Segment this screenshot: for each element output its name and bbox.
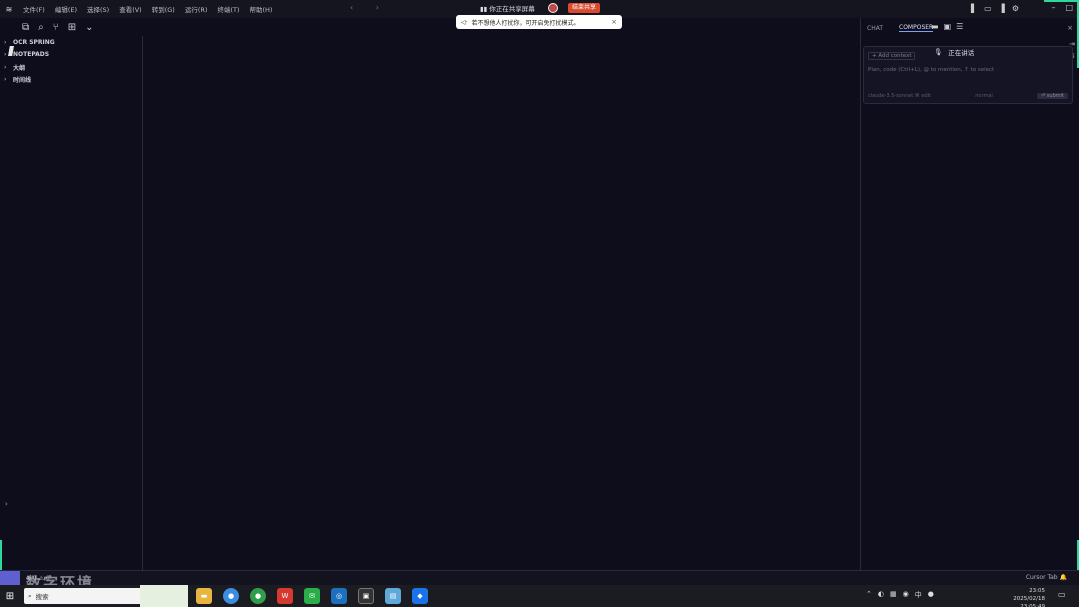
clock-time: 23:05 xyxy=(1029,588,1045,594)
menu-run[interactable]: 运行(R) xyxy=(180,4,213,14)
tree-item-notepads[interactable]: › NOTEPADS xyxy=(0,49,142,62)
meeting-app-icon[interactable]: ◆ xyxy=(412,588,428,604)
composer-box[interactable]: + Add context 🎙 正在讲话 Plan, code (Ctrl+L)… xyxy=(863,46,1073,104)
wechat-icon[interactable]: ✉ xyxy=(304,588,320,604)
minimize-icon[interactable]: – xyxy=(1051,3,1055,12)
clock-date: 2025/02/18 23:05:49 xyxy=(1013,596,1045,607)
status-bar: ⊗ 0 ⚠ 0 Cursor Tab 🔔 xyxy=(0,570,1079,586)
extensions-icon[interactable]: ⊞ xyxy=(68,22,76,33)
menu-help[interactable]: 帮助(H) xyxy=(244,4,277,14)
tree-item-project[interactable]: › OCR SPRING xyxy=(0,36,142,49)
chevron-right-icon: › xyxy=(4,38,7,46)
tree-item-outline[interactable]: › 大纲 xyxy=(0,61,142,74)
chevron-right-icon: › xyxy=(4,63,7,71)
microphone-icon: 🎙 xyxy=(934,48,943,56)
menu-selection[interactable]: 选择(S) xyxy=(82,4,114,14)
speaker-icon: ◁· xyxy=(461,18,468,26)
menu-file[interactable]: 文件(F) xyxy=(18,4,50,14)
toast-message: 若不想他人打扰你，可开启免打扰模式。 xyxy=(471,19,580,27)
activity-toolbar: ⧉ ⌕ ⑂ ⊞ ⌄ xyxy=(22,22,94,33)
browser-search-icon[interactable]: ◎ xyxy=(331,588,347,604)
chevron-up-icon[interactable]: ⌃ xyxy=(866,590,872,600)
toggle-sidebar-icon[interactable]: ▌ xyxy=(971,4,977,13)
language-icon[interactable]: 中 xyxy=(915,590,922,600)
menu-view[interactable]: 查看(V) xyxy=(114,4,147,14)
antivirus-icon[interactable]: ● xyxy=(928,590,934,600)
cursor-tab-status[interactable]: Cursor Tab 🔔 xyxy=(1026,574,1067,581)
chrome-icon[interactable]: ● xyxy=(223,588,239,604)
bamboo-image xyxy=(140,585,188,607)
source-control-icon[interactable]: ⑂ xyxy=(53,22,59,33)
model-selector[interactable]: claude-3.5-sonnet ⌘ edit xyxy=(868,93,931,99)
wps-icon[interactable]: W xyxy=(277,588,293,604)
tray-app-icon[interactable]: ◐ xyxy=(878,590,884,600)
tree-item-label: OCR SPRING xyxy=(13,38,55,46)
ai-chat-panel: CHAT COMPOSER ▬ ▣ ☰ × ⇥ ≣ + Add context … xyxy=(860,18,1079,570)
chrome-alt-icon[interactable]: ● xyxy=(250,588,266,604)
nav-arrows-icon[interactable]: ‹ › xyxy=(350,3,389,12)
taskbar-search[interactable]: ⌕ 搜索 xyxy=(24,588,144,604)
taskbar-apps: ▬ ● ● W ✉ ◎ ▣ ▤ ◆ xyxy=(196,588,428,604)
panel-tabs: CHAT COMPOSER xyxy=(861,18,1079,38)
tree-item-label: 大纲 xyxy=(13,64,26,72)
editor-area[interactable] xyxy=(144,36,859,570)
chevron-right-icon: › xyxy=(4,76,7,84)
menu-edit[interactable]: 编辑(E) xyxy=(50,4,82,14)
submit-button[interactable]: ⏎ submit xyxy=(1037,93,1068,99)
menu-icon[interactable]: ☰ xyxy=(956,22,963,31)
volume-icon[interactable]: ◉ xyxy=(903,590,909,600)
taskbar-clock[interactable]: 23:05 2025/02/18 23:05:49 xyxy=(1003,587,1045,607)
tab-composer[interactable]: COMPOSER xyxy=(899,24,934,32)
network-icon[interactable]: ▦ xyxy=(890,590,897,600)
mode-selector[interactable]: normal xyxy=(975,93,993,99)
cursor-app-icon[interactable]: ▣ xyxy=(358,588,374,604)
tab-chat[interactable]: CHAT xyxy=(867,25,883,32)
search-icon[interactable]: ⌕ xyxy=(38,22,44,33)
window-controls: – □ xyxy=(1051,3,1073,12)
explorer-sidebar: › OCR SPRING › NOTEPADS › 大纲 › 时间线 xyxy=(0,36,143,570)
notification-icon[interactable]: ▭ xyxy=(1058,590,1066,599)
share-border-top-right xyxy=(1044,0,1079,2)
add-context-button[interactable]: + Add context xyxy=(868,52,916,60)
new-chat-icon[interactable]: ▬ xyxy=(931,22,939,31)
tree-item-label: NOTEPADS xyxy=(13,51,50,59)
system-tray: ⌃ ◐ ▦ ◉ 中 ● xyxy=(866,590,934,600)
file-explorer-icon[interactable]: ▬ xyxy=(196,588,212,604)
speaking-label: 正在讲话 xyxy=(948,49,975,57)
toggle-secondary-icon[interactable]: ▐ xyxy=(999,4,1005,13)
app-logo-icon[interactable]: ≋ xyxy=(0,0,18,18)
screen-share-status: ▮▮ 你正在共享屏幕 xyxy=(480,5,535,13)
stop-share-button[interactable]: 结束共享 xyxy=(568,3,601,13)
search-icon: ⌕ xyxy=(28,591,32,600)
recording-icon xyxy=(548,3,558,13)
tree-item-label: 时间线 xyxy=(13,77,32,85)
menu-terminal[interactable]: 终端(T) xyxy=(212,4,244,14)
composer-footer: claude-3.5-sonnet ⌘ edit normal ⏎ submit xyxy=(868,93,1068,99)
speaking-indicator: 🎙 正在讲话 xyxy=(934,47,974,57)
close-icon[interactable]: × xyxy=(611,18,617,26)
chevron-down-icon[interactable]: ⌄ xyxy=(85,22,93,33)
chevron-right-icon[interactable]: › xyxy=(5,500,8,508)
windows-start-icon[interactable]: ⊞ xyxy=(0,585,20,607)
do-not-disturb-toast: ◁· 若不想他人打扰你，可开启免打扰模式。 × xyxy=(456,15,622,29)
tree-item-timeline[interactable]: › 时间线 xyxy=(0,74,142,87)
history-icon[interactable]: ▣ xyxy=(944,22,952,31)
maximize-icon[interactable]: □ xyxy=(1065,3,1073,12)
settings-gear-icon[interactable]: ⚙ xyxy=(1012,4,1019,13)
files-icon[interactable]: ⧉ xyxy=(22,22,29,33)
close-icon[interactable]: × xyxy=(1067,24,1073,32)
notepad-icon[interactable]: ▤ xyxy=(385,588,401,604)
toggle-panel-icon[interactable]: ▭ xyxy=(984,4,992,13)
menu-go[interactable]: 转到(G) xyxy=(147,4,180,14)
panel-actions: ▬ ▣ ☰ xyxy=(931,22,963,31)
remote-indicator[interactable] xyxy=(0,570,20,586)
search-placeholder: 搜索 xyxy=(35,593,49,601)
composer-input[interactable]: Plan, code (Ctrl+L), @ to mention, ↑ to … xyxy=(868,67,994,73)
layout-icons: ▌ ▭ ▐ ⚙ xyxy=(971,4,1019,13)
